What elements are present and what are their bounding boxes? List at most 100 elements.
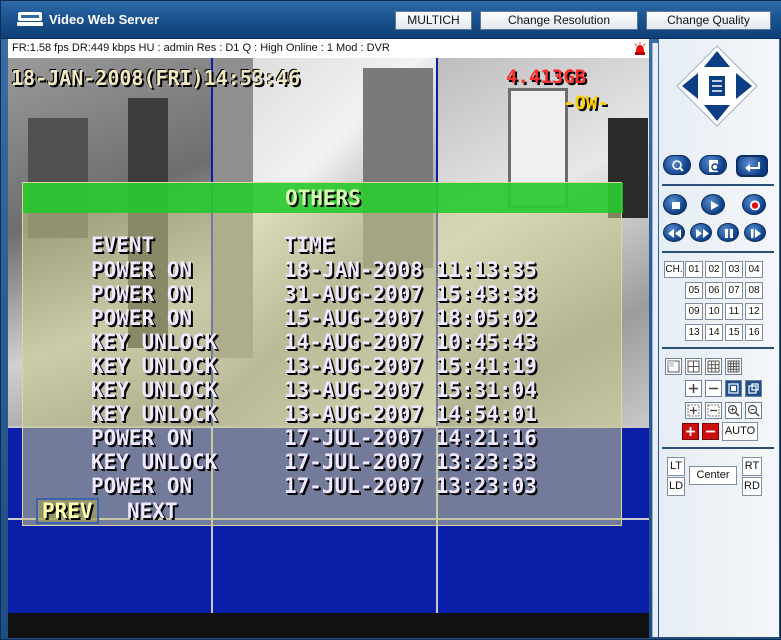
prev-page-button[interactable]: PREV <box>36 498 99 524</box>
fullscreen-button[interactable] <box>725 380 742 397</box>
event-log-time: 31-AUG-2007 15:43:38 <box>284 282 537 306</box>
layout-sixteen-icon <box>727 360 740 373</box>
channel-button-02[interactable]: 02 <box>705 261 723 278</box>
search-icon <box>672 160 684 172</box>
event-log-event: POWER ON <box>91 474 193 498</box>
iris-close-button[interactable] <box>702 423 719 440</box>
zoom-in-button[interactable] <box>685 380 702 397</box>
event-log-event: KEY UNLOCK <box>91 354 218 378</box>
menu-title: OTHERS <box>23 183 623 213</box>
zoom-out-button[interactable] <box>705 380 722 397</box>
fast-forward-button[interactable] <box>690 223 712 242</box>
app-title: Video Web Server <box>49 12 160 27</box>
change-resolution-button[interactable]: Change Resolution <box>480 11 638 30</box>
channel-button-03[interactable]: 03 <box>725 261 743 278</box>
event-log-time: 15-AUG-2007 18:05:02 <box>284 306 537 330</box>
rewind-icon <box>668 229 681 238</box>
record-search-button[interactable] <box>699 155 727 175</box>
magnify-plus-icon <box>727 404 740 417</box>
channel-button-15[interactable]: 15 <box>725 324 743 341</box>
fast-forward-icon <box>696 229 709 238</box>
window-mode-button[interactable] <box>745 380 762 397</box>
ld-button[interactable]: LD <box>667 477 685 496</box>
layout-nine-icon <box>707 360 720 373</box>
channel-button-06[interactable]: 06 <box>705 282 723 299</box>
layout-nine-button[interactable] <box>705 358 722 375</box>
event-log-time: 14-AUG-2007 10:45:43 <box>284 330 537 354</box>
step-forward-button[interactable] <box>744 223 766 242</box>
osd-datetime: 18-JAN-2008(FRI)14:53:46 <box>11 66 300 90</box>
stop-button[interactable] <box>663 194 687 215</box>
play-button[interactable] <box>701 194 725 215</box>
ptz-direction-pad <box>676 45 758 127</box>
event-log-time: 13-AUG-2007 15:31:04 <box>284 378 537 402</box>
event-log-event: POWER ON <box>91 306 193 330</box>
panel-separator <box>662 447 774 449</box>
plus-icon <box>689 384 698 393</box>
search-button[interactable] <box>663 155 691 175</box>
channel-button-09[interactable]: 09 <box>685 303 703 320</box>
event-log-time: 13-AUG-2007 15:41:19 <box>284 354 537 378</box>
focus-far-button[interactable] <box>705 402 722 419</box>
change-quality-button[interactable]: Change Quality <box>646 11 771 30</box>
iris-open-button[interactable] <box>682 423 699 440</box>
channel-button-10[interactable]: 10 <box>705 303 723 320</box>
minus-icon <box>706 430 715 433</box>
event-log-menu: OTHERS EVENT TIME POWER ON 18-JAN-2008 11… <box>22 182 623 526</box>
next-page-button[interactable]: NEXT <box>125 498 180 524</box>
server-logo-icon <box>17 12 43 26</box>
layout-quad-icon <box>687 360 700 373</box>
channel-button-13[interactable]: 13 <box>685 324 703 341</box>
ptz-menu-icon[interactable] <box>709 76 725 96</box>
panel-separator <box>662 347 774 349</box>
control-panel: CH. AUTO LT LD Center RT RD 01 02 03 04 … <box>659 39 779 637</box>
lt-button[interactable]: LT <box>667 457 685 476</box>
magnify-minus-icon <box>747 404 760 417</box>
rd-button[interactable]: RD <box>742 477 762 496</box>
magnify-in-button[interactable] <box>725 402 742 419</box>
focus-near-button[interactable] <box>685 402 702 419</box>
event-log-event: POWER ON <box>91 282 193 306</box>
rewind-button[interactable] <box>663 223 685 242</box>
channel-button-16[interactable]: 16 <box>745 324 763 341</box>
focus-minus-icon <box>707 404 720 417</box>
channel-button-08[interactable]: 08 <box>745 282 763 299</box>
minus-icon <box>709 387 718 390</box>
channel-button-01[interactable]: 01 <box>685 261 703 278</box>
rt-button[interactable]: RT <box>742 457 762 476</box>
record-button[interactable] <box>742 194 766 215</box>
layout-single-button[interactable] <box>665 358 682 375</box>
channel-button-07[interactable]: 07 <box>725 282 743 299</box>
event-log-event: POWER ON <box>91 258 193 282</box>
osd-mode: -OW- <box>563 92 609 114</box>
channel-button-14[interactable]: 14 <box>705 324 723 341</box>
focus-plus-icon <box>687 404 700 417</box>
channel-button-04[interactable]: 04 <box>745 261 763 278</box>
channel-label: CH. <box>664 261 684 278</box>
channel-button-11[interactable]: 11 <box>725 303 743 320</box>
event-log-event: POWER ON <box>91 426 193 450</box>
channel-button-05[interactable]: 05 <box>685 282 703 299</box>
video-view[interactable]: 18-JAN-2008(FRI)14:53:46 4.413GB -OW- OT… <box>8 58 649 613</box>
return-button[interactable] <box>736 155 768 177</box>
layout-quad-button[interactable] <box>685 358 702 375</box>
event-log-event: KEY UNLOCK <box>91 378 218 402</box>
auto-button[interactable]: AUTO <box>722 422 758 441</box>
plus-icon <box>686 427 695 436</box>
pause-button[interactable] <box>717 223 739 242</box>
channel-button-12[interactable]: 12 <box>745 303 763 320</box>
magnify-out-button[interactable] <box>745 402 762 419</box>
step-forward-icon <box>751 229 761 238</box>
multich-button[interactable]: MULTICH <box>395 11 472 30</box>
stop-icon <box>672 202 680 209</box>
event-log-time: 13-AUG-2007 14:54:01 <box>284 402 537 426</box>
panel-separator <box>662 184 774 186</box>
fullscreen-icon <box>728 383 739 394</box>
layout-sixteen-button[interactable] <box>725 358 742 375</box>
window-mode-icon <box>748 383 759 394</box>
scrollbar-track[interactable] <box>652 43 658 637</box>
event-log-event: KEY UNLOCK <box>91 450 218 474</box>
center-button[interactable]: Center <box>689 466 737 485</box>
title-bar: Video Web Server MULTICH Change Resoluti… <box>1 1 781 39</box>
record-icon <box>750 200 760 211</box>
